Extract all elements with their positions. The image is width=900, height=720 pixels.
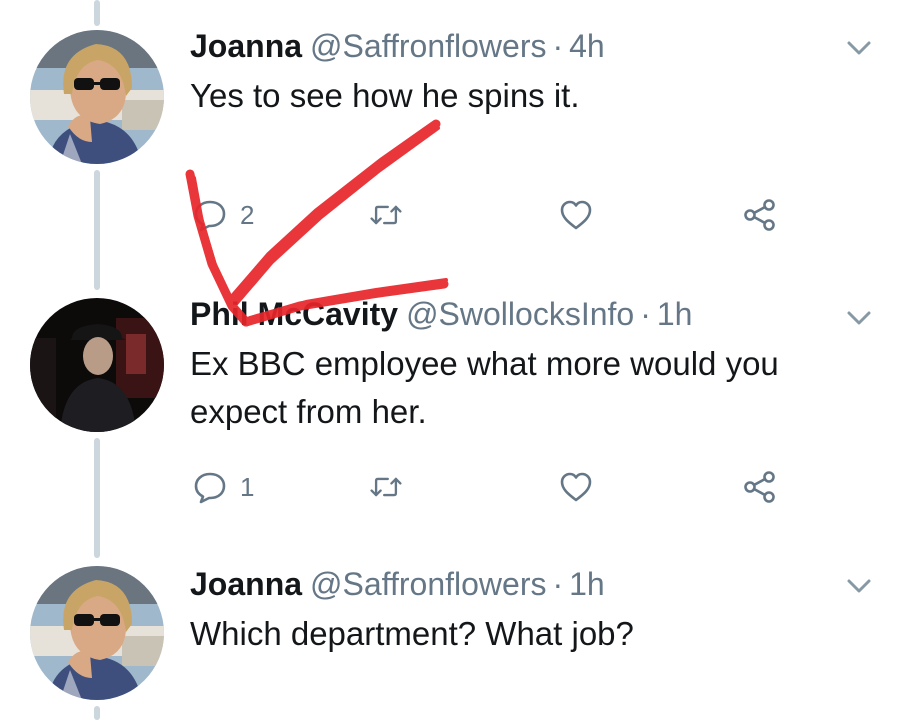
tweet-text: Which department? What job?: [190, 615, 634, 652]
timestamp[interactable]: 4h: [569, 28, 605, 64]
reply-button[interactable]: 2: [192, 192, 254, 238]
separator: ·: [640, 296, 651, 332]
separator: ·: [552, 28, 564, 64]
thread-line-2: [94, 438, 100, 558]
thread-line-top: [94, 0, 100, 26]
tweet-header: Joanna @Saffronflowers · 1h: [190, 564, 605, 604]
reply-button[interactable]: 1: [192, 464, 254, 510]
user-handle[interactable]: @Saffronflowers: [310, 566, 546, 602]
chevron-down-icon: [847, 311, 871, 325]
avatar[interactable]: [30, 30, 164, 164]
more-options-button[interactable]: [843, 302, 875, 334]
avatar[interactable]: [30, 566, 164, 700]
chevron-down-icon: [847, 41, 871, 55]
share-icon: [744, 199, 775, 231]
user-handle[interactable]: @Saffronflowers: [310, 28, 546, 64]
timestamp[interactable]: 1h: [569, 566, 605, 602]
reply-count: 1: [240, 471, 255, 502]
heart-icon: [560, 200, 592, 230]
thread-line-1: [94, 170, 100, 290]
thread-line-bottom: [94, 706, 100, 720]
reply-icon: [194, 200, 226, 232]
user-handle[interactable]: @SwollocksInfo: [406, 296, 634, 332]
separator: ·: [552, 566, 564, 602]
timestamp[interactable]: 1h: [657, 296, 693, 332]
share-button[interactable]: [742, 192, 778, 238]
heart-icon: [560, 472, 592, 502]
tweet-header: Phil McCavity @SwollocksInfo · 1h: [190, 294, 692, 334]
more-options-button[interactable]: [843, 32, 875, 64]
tweet-header: Joanna @Saffronflowers · 4h: [190, 26, 605, 66]
avatar[interactable]: [30, 298, 164, 432]
reply-icon: [194, 472, 226, 504]
retweet-icon: [370, 205, 402, 225]
like-button[interactable]: [558, 464, 606, 510]
display-name[interactable]: Phil McCavity: [190, 296, 398, 332]
tweet-thread: Joanna @Saffronflowers · 4h Yes to see how …: [0, 0, 900, 720]
like-button[interactable]: [558, 192, 606, 238]
display-name[interactable]: Joanna: [190, 566, 302, 602]
share-button[interactable]: [742, 464, 778, 510]
reply-count: 2: [240, 199, 255, 230]
chevron-down-icon: [847, 579, 871, 593]
retweet-button[interactable]: [368, 192, 416, 238]
tweet-text: Ex BBC employee what more would you expe…: [190, 345, 779, 430]
retweet-icon: [370, 477, 402, 497]
more-options-button[interactable]: [843, 570, 875, 602]
retweet-button[interactable]: [368, 464, 416, 510]
display-name[interactable]: Joanna: [190, 28, 302, 64]
tweet-text: Yes to see how he spins it.: [190, 77, 580, 114]
share-icon: [744, 471, 775, 503]
